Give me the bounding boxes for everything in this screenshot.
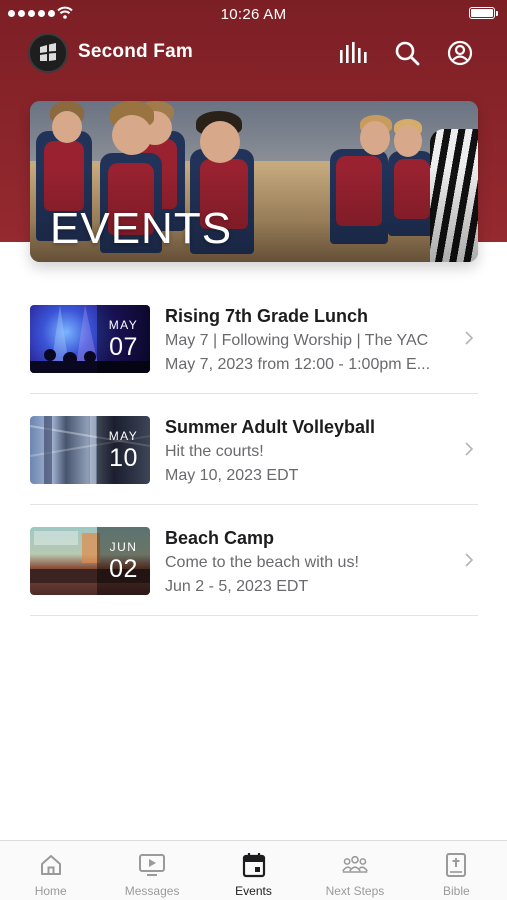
chevron-right-icon [465,442,474,456]
event-row[interactable]: MAY 10 Summer Adult Volleyball Hit the c… [30,394,478,505]
tab-next-steps[interactable]: Next Steps [304,841,405,900]
tab-label: Messages [124,884,180,898]
event-date: Jun 2 - 5, 2023 EDT [165,578,309,595]
event-date-badge: MAY 10 [97,416,150,484]
event-thumbnail: JUN 02 [30,527,150,595]
event-month: JUN [109,540,138,554]
event-row[interactable]: JUN 02 Beach Camp Come to the beach with… [30,505,478,616]
tab-messages[interactable]: Messages [101,841,202,900]
battery-icon [469,7,498,19]
stats-icon[interactable] [338,38,368,68]
event-thumbnail: MAY 10 [30,416,150,484]
tab-bible[interactable]: Bible [406,841,507,900]
event-subtitle: Hit the courts! [165,443,264,460]
tab-bar: Home Messages Events Next Steps Bible [0,840,507,900]
chevron-right-icon [465,331,474,345]
event-month: MAY [108,429,139,443]
bible-icon [442,851,470,879]
tab-label: Next Steps [325,884,385,898]
group-icon [341,851,369,879]
status-bar: 10:26 AM [0,0,507,28]
event-row[interactable]: MAY 07 Rising 7th Grade Lunch May 7 | Fo… [30,283,478,394]
app-logo[interactable] [28,33,68,73]
tab-events[interactable]: Events [203,841,304,900]
event-title: Beach Camp [165,528,275,548]
event-day: 02 [109,555,138,583]
home-icon [37,851,65,879]
events-list: MAY 07 Rising 7th Grade Lunch May 7 | Fo… [30,283,478,616]
tab-label: Events [235,884,272,898]
status-time: 10:26 AM [220,6,287,23]
event-date: May 7, 2023 from 12:00 - 1:00pm E... [165,356,431,373]
event-date: May 10, 2023 EDT [165,467,299,484]
event-subtitle: Come to the beach with us! [165,554,359,571]
tab-label: Home [34,884,67,898]
event-date-badge: JUN 02 [97,527,150,595]
app-bar: Second Fam [0,30,507,76]
calendar-icon [240,851,268,879]
event-subtitle: May 7 | Following Worship | The YAC [165,332,429,349]
tab-home[interactable]: Home [0,841,101,900]
event-date-badge: MAY 07 [97,305,150,373]
play-screen-icon [138,851,166,879]
event-title: Rising 7th Grade Lunch [165,306,369,326]
events-hero-banner: EVENTS [30,101,478,262]
event-thumbnail: MAY 07 [30,305,150,373]
event-day: 10 [109,444,138,472]
tab-label: Bible [442,884,470,898]
event-month: MAY [108,318,139,332]
profile-icon[interactable] [445,38,475,68]
app-title: Second Fam [78,41,193,62]
event-day: 07 [109,333,138,361]
chevron-right-icon [465,553,474,567]
search-icon[interactable] [392,38,422,68]
event-title: Summer Adult Volleyball [165,417,376,437]
logo-mark-icon [40,43,56,61]
hero-title: EVENTS [50,204,233,253]
